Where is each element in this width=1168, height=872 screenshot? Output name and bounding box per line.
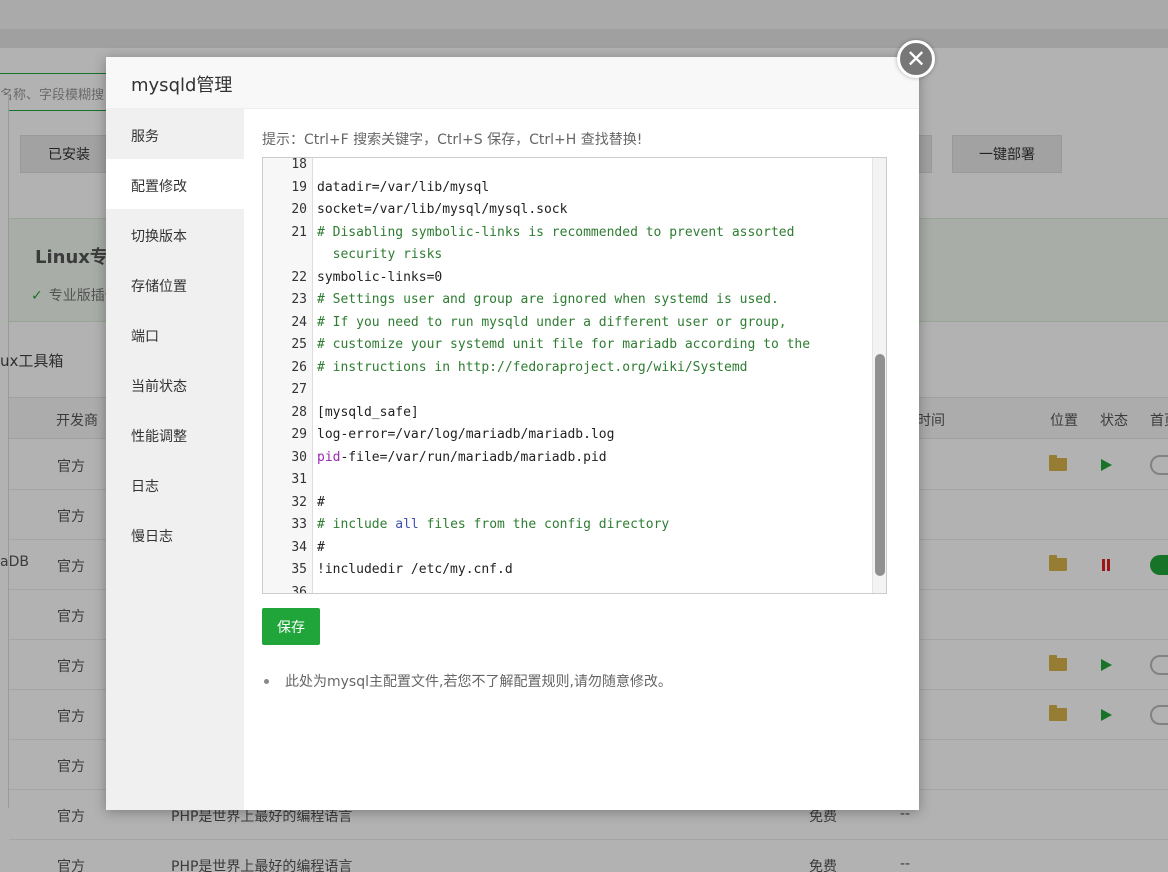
- sidebar-item[interactable]: 性能调整: [106, 409, 244, 459]
- sidebar-item[interactable]: 慢日志: [106, 509, 244, 559]
- code-editor[interactable]: 18 19 datadir=/var/lib/mysql 20 socket=/var/…: [262, 157, 887, 594]
- mysqld-manager-dialog: mysqld管理 服务 配置修改 切换版本 存储位置 端口 当前状态 性能调整 日志 慢日志 提…: [106, 57, 919, 810]
- code-line: 20 socket=/var/lib/mysql/mysql.sock: [263, 199, 873, 222]
- code-text: !includedir /etc/my.cnf.d: [317, 562, 513, 577]
- code-line: 25 # customize your systemd unit file for…: [263, 334, 873, 357]
- line-number: 18: [291, 157, 307, 172]
- line-number: [263, 244, 307, 267]
- config-note-text: 此处为mysql主配置文件,若您不了解配置规则,请勿随意修改。: [285, 674, 672, 690]
- config-editor-panel: 提示：Ctrl+F 搜索关键字，Ctrl+S 保存，Ctrl+H 查找替换! 1…: [244, 109, 919, 810]
- line-number: 29: [291, 427, 307, 442]
- sidebar-item[interactable]: 端口: [106, 309, 244, 359]
- code-line: 27: [263, 379, 873, 402]
- editor-scrollbar[interactable]: [872, 158, 886, 593]
- code-text: # Disabling symbolic-links is recommende…: [317, 224, 795, 240]
- code-text: # If you need to run mysqld under a diff…: [317, 314, 787, 330]
- save-button[interactable]: 保存: [262, 608, 320, 645]
- code-text: log-error=/var/log/mariadb/mariadb.log: [317, 427, 615, 442]
- code-line: 35 !includedir /etc/my.cnf.d: [263, 559, 873, 582]
- code-line: 22 symbolic-links=0: [263, 267, 873, 290]
- config-note: 此处为mysql主配置文件,若您不了解配置规则,请勿随意修改。: [262, 671, 672, 691]
- sidebar-item[interactable]: 日志: [106, 459, 244, 509]
- code-line: 21 # Disabling symbolic-links is recommen…: [263, 222, 873, 245]
- line-number: 34: [291, 539, 307, 555]
- line-number: 22: [291, 269, 307, 285]
- sidebar-menu: 服务 配置修改 切换版本 存储位置 端口 当前状态 性能调整 日志 慢日志: [106, 109, 244, 810]
- code-text: symbolic-links=0: [317, 269, 443, 285]
- code-line: 31: [263, 469, 873, 492]
- code-text: [mysqld_safe]: [317, 404, 419, 420]
- code-line: 18: [263, 157, 873, 177]
- line-number: 23: [291, 292, 307, 307]
- scrollbar-thumb[interactable]: [875, 354, 885, 576]
- code-text: socket=/var/lib/mysql/mysql.sock: [317, 202, 568, 217]
- line-number: 31: [291, 472, 307, 487]
- line-number: 20: [291, 202, 307, 217]
- line-number: 25: [291, 337, 307, 352]
- code-line: security risks: [263, 244, 873, 267]
- bullet-icon: [264, 678, 269, 684]
- code-line: 26 # instructions in http://fedoraproject…: [263, 357, 873, 380]
- line-number: 33: [291, 517, 307, 532]
- code-text: pid-file=/var/run/mariadb/mariadb.pid: [317, 449, 607, 465]
- line-number: 27: [291, 382, 307, 397]
- code-line: 34 #: [263, 537, 873, 560]
- code-text: # instructions in http://fedoraproject.o…: [317, 359, 748, 375]
- line-number: 19: [291, 179, 307, 195]
- code-text: security risks: [317, 247, 443, 262]
- line-number: 21: [291, 224, 307, 240]
- line-number: 28: [291, 404, 307, 420]
- code-line: 30 pid-file=/var/run/mariadb/mariadb.pid: [263, 447, 873, 470]
- code-text: #: [317, 539, 325, 555]
- code-line: 29 log-error=/var/log/mariadb/mariadb.log: [263, 424, 873, 447]
- code-line: 24 # If you need to run mysqld under a di…: [263, 312, 873, 335]
- line-number: 32: [291, 494, 307, 510]
- code-text: datadir=/var/lib/mysql: [317, 179, 490, 195]
- code-line: 28 [mysqld_safe]: [263, 402, 873, 425]
- close-icon[interactable]: ✕: [897, 40, 935, 78]
- dialog-title: mysqld管理: [106, 57, 919, 109]
- code-line: 19 datadir=/var/lib/mysql: [263, 177, 873, 200]
- code-text: #: [317, 494, 325, 510]
- sidebar-item[interactable]: 存储位置: [106, 259, 244, 309]
- code-text: # include all files from the config dire…: [317, 517, 670, 532]
- code-line: 33 # include all files from the config di…: [263, 514, 873, 537]
- line-number: 24: [291, 314, 307, 330]
- code-text: # customize your systemd unit file for m…: [317, 337, 811, 352]
- sidebar-item[interactable]: 配置修改: [106, 159, 244, 209]
- line-number: 35: [291, 562, 307, 577]
- sidebar-item[interactable]: 当前状态: [106, 359, 244, 409]
- sidebar-item[interactable]: 切换版本: [106, 209, 244, 259]
- sidebar-item[interactable]: 服务: [106, 109, 244, 159]
- code-text: # Settings user and group are ignored wh…: [317, 292, 779, 307]
- code-line: 32 #: [263, 492, 873, 515]
- line-number: 30: [291, 449, 307, 465]
- shortcut-hint: 提示：Ctrl+F 搜索关键字，Ctrl+S 保存，Ctrl+H 查找替换!: [262, 132, 643, 148]
- line-number: 26: [291, 359, 307, 375]
- code-line: 23 # Settings user and group are ignored …: [263, 289, 873, 312]
- code-line: 36: [263, 582, 873, 594]
- line-number: 36: [291, 584, 307, 594]
